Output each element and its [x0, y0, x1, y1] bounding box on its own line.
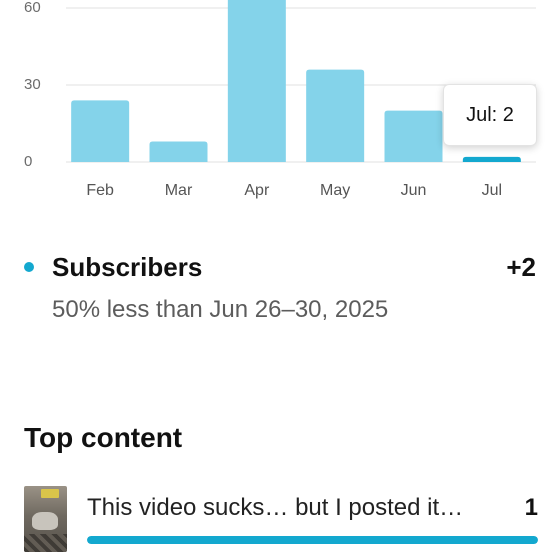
x-tick-label: Feb	[86, 182, 114, 199]
series-dot-icon	[24, 262, 34, 272]
chart-tooltip: Jul: 2	[443, 84, 537, 146]
content-item-progress-fill	[87, 536, 538, 544]
content-item-progress	[87, 536, 538, 544]
x-tick-label: Mar	[164, 182, 193, 199]
x-tick-label: Apr	[244, 182, 270, 199]
content-item-title[interactable]: This video sucks… but I posted it…	[87, 494, 463, 522]
y-tick-label: 60	[24, 0, 41, 16]
bar-feb[interactable]	[71, 100, 130, 162]
x-tick-label: May	[320, 182, 351, 199]
content-item-value: 1	[524, 494, 538, 521]
metric-label: Subscribers	[52, 252, 203, 282]
y-tick-label: 30	[24, 76, 41, 93]
top-content-item[interactable]: This video sucks… but I posted it… 1	[24, 486, 538, 552]
subscribers-bar-chart[interactable]: 0 30 60 Feb Mar Apr May Jun Jul Jul: 2	[0, 0, 560, 215]
bar-jun[interactable]	[384, 110, 443, 162]
bar-jul[interactable]	[462, 156, 521, 162]
metric-value: +2	[506, 252, 536, 282]
bar-apr[interactable]	[227, 0, 286, 162]
y-tick-label: 0	[24, 153, 33, 170]
x-tick-label: Jul	[481, 182, 503, 199]
x-tick-label: Jun	[400, 182, 427, 199]
subscribers-metric[interactable]: Subscribers +2	[24, 252, 536, 284]
video-thumbnail[interactable]	[24, 486, 67, 552]
top-content-heading: Top content	[24, 422, 183, 453]
bar-may[interactable]	[306, 69, 365, 162]
bar-mar[interactable]	[149, 141, 208, 162]
metric-comparison: 50% less than Jun 26–30, 2025	[52, 296, 389, 323]
